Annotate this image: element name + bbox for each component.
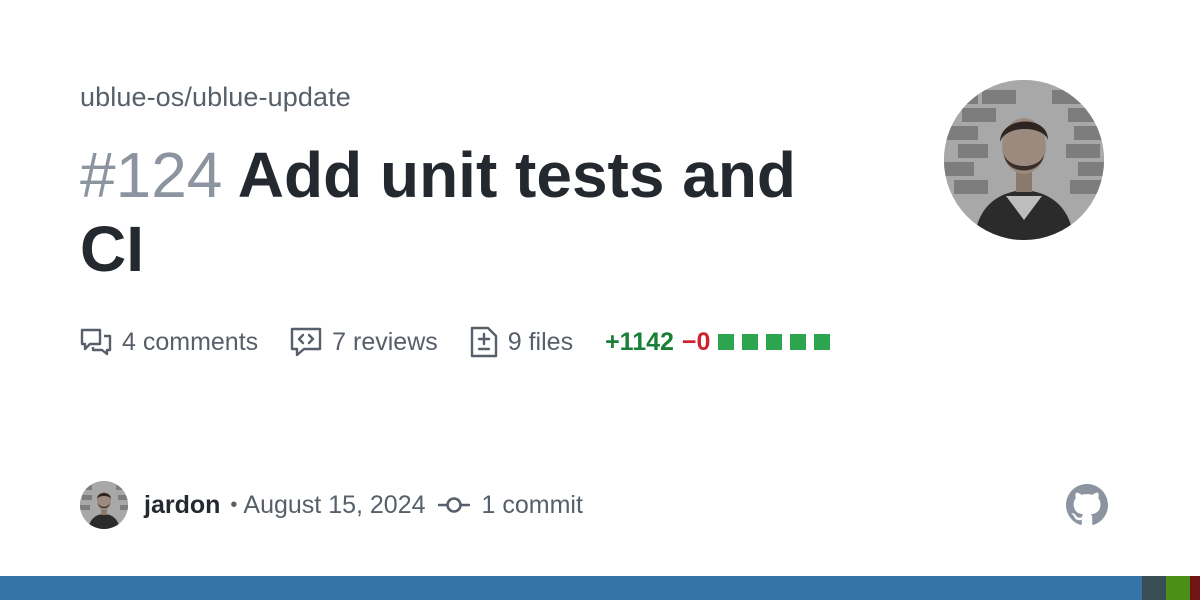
diff-block — [790, 334, 807, 350]
git-commit-icon — [437, 497, 470, 513]
files-stat[interactable]: 9 files — [470, 326, 573, 358]
pr-number: #124 — [80, 139, 223, 211]
deletions-count: −0 — [681, 327, 711, 356]
footer-separator: • — [230, 493, 238, 516]
language-bar-segment — [1142, 576, 1166, 600]
pr-title: #124 Add unit tests and CI — [80, 138, 860, 286]
comments-count: 4 comments — [122, 327, 259, 356]
repo-name[interactable]: ublue-os/ublue-update — [80, 82, 351, 113]
comment-discussion-icon — [80, 328, 112, 356]
author-avatar-large[interactable] — [944, 80, 1104, 240]
diff-block — [718, 334, 735, 350]
language-bar-segment — [1166, 576, 1190, 600]
code-review-icon — [290, 327, 322, 357]
file-diff-icon — [470, 326, 497, 358]
additions-count: +1142 — [605, 327, 674, 356]
author-avatar[interactable] — [80, 481, 128, 529]
diff-bar — [718, 334, 838, 350]
author-name[interactable]: jardon — [144, 491, 220, 520]
reviews-stat[interactable]: 7 reviews — [290, 327, 438, 357]
comments-stat[interactable]: 4 comments — [80, 328, 258, 357]
author-photo — [944, 80, 1104, 240]
diff-block — [766, 334, 783, 350]
reviews-count: 7 reviews — [332, 327, 438, 356]
language-bar-segment — [0, 576, 1142, 600]
pr-date: August 15, 2024 — [243, 490, 426, 519]
diff-block — [742, 334, 759, 350]
diff-block — [814, 334, 831, 350]
author-avatar-photo — [80, 481, 128, 529]
pr-stats: 4 comments 7 reviews 9 files +1142 −0 — [80, 322, 838, 362]
social-preview-card: ublue-os/ublue-update #124 Add unit test… — [0, 0, 1200, 600]
pr-footer: jardon • August 15, 2024 1 commit — [80, 481, 583, 529]
language-bar-segment — [1190, 576, 1200, 600]
diff-stat[interactable]: +1142 −0 — [605, 328, 838, 357]
files-count: 9 files — [507, 327, 574, 356]
commit-count[interactable]: 1 commit — [482, 491, 583, 520]
github-mark-icon[interactable] — [1066, 484, 1108, 526]
language-bar — [0, 576, 1200, 600]
